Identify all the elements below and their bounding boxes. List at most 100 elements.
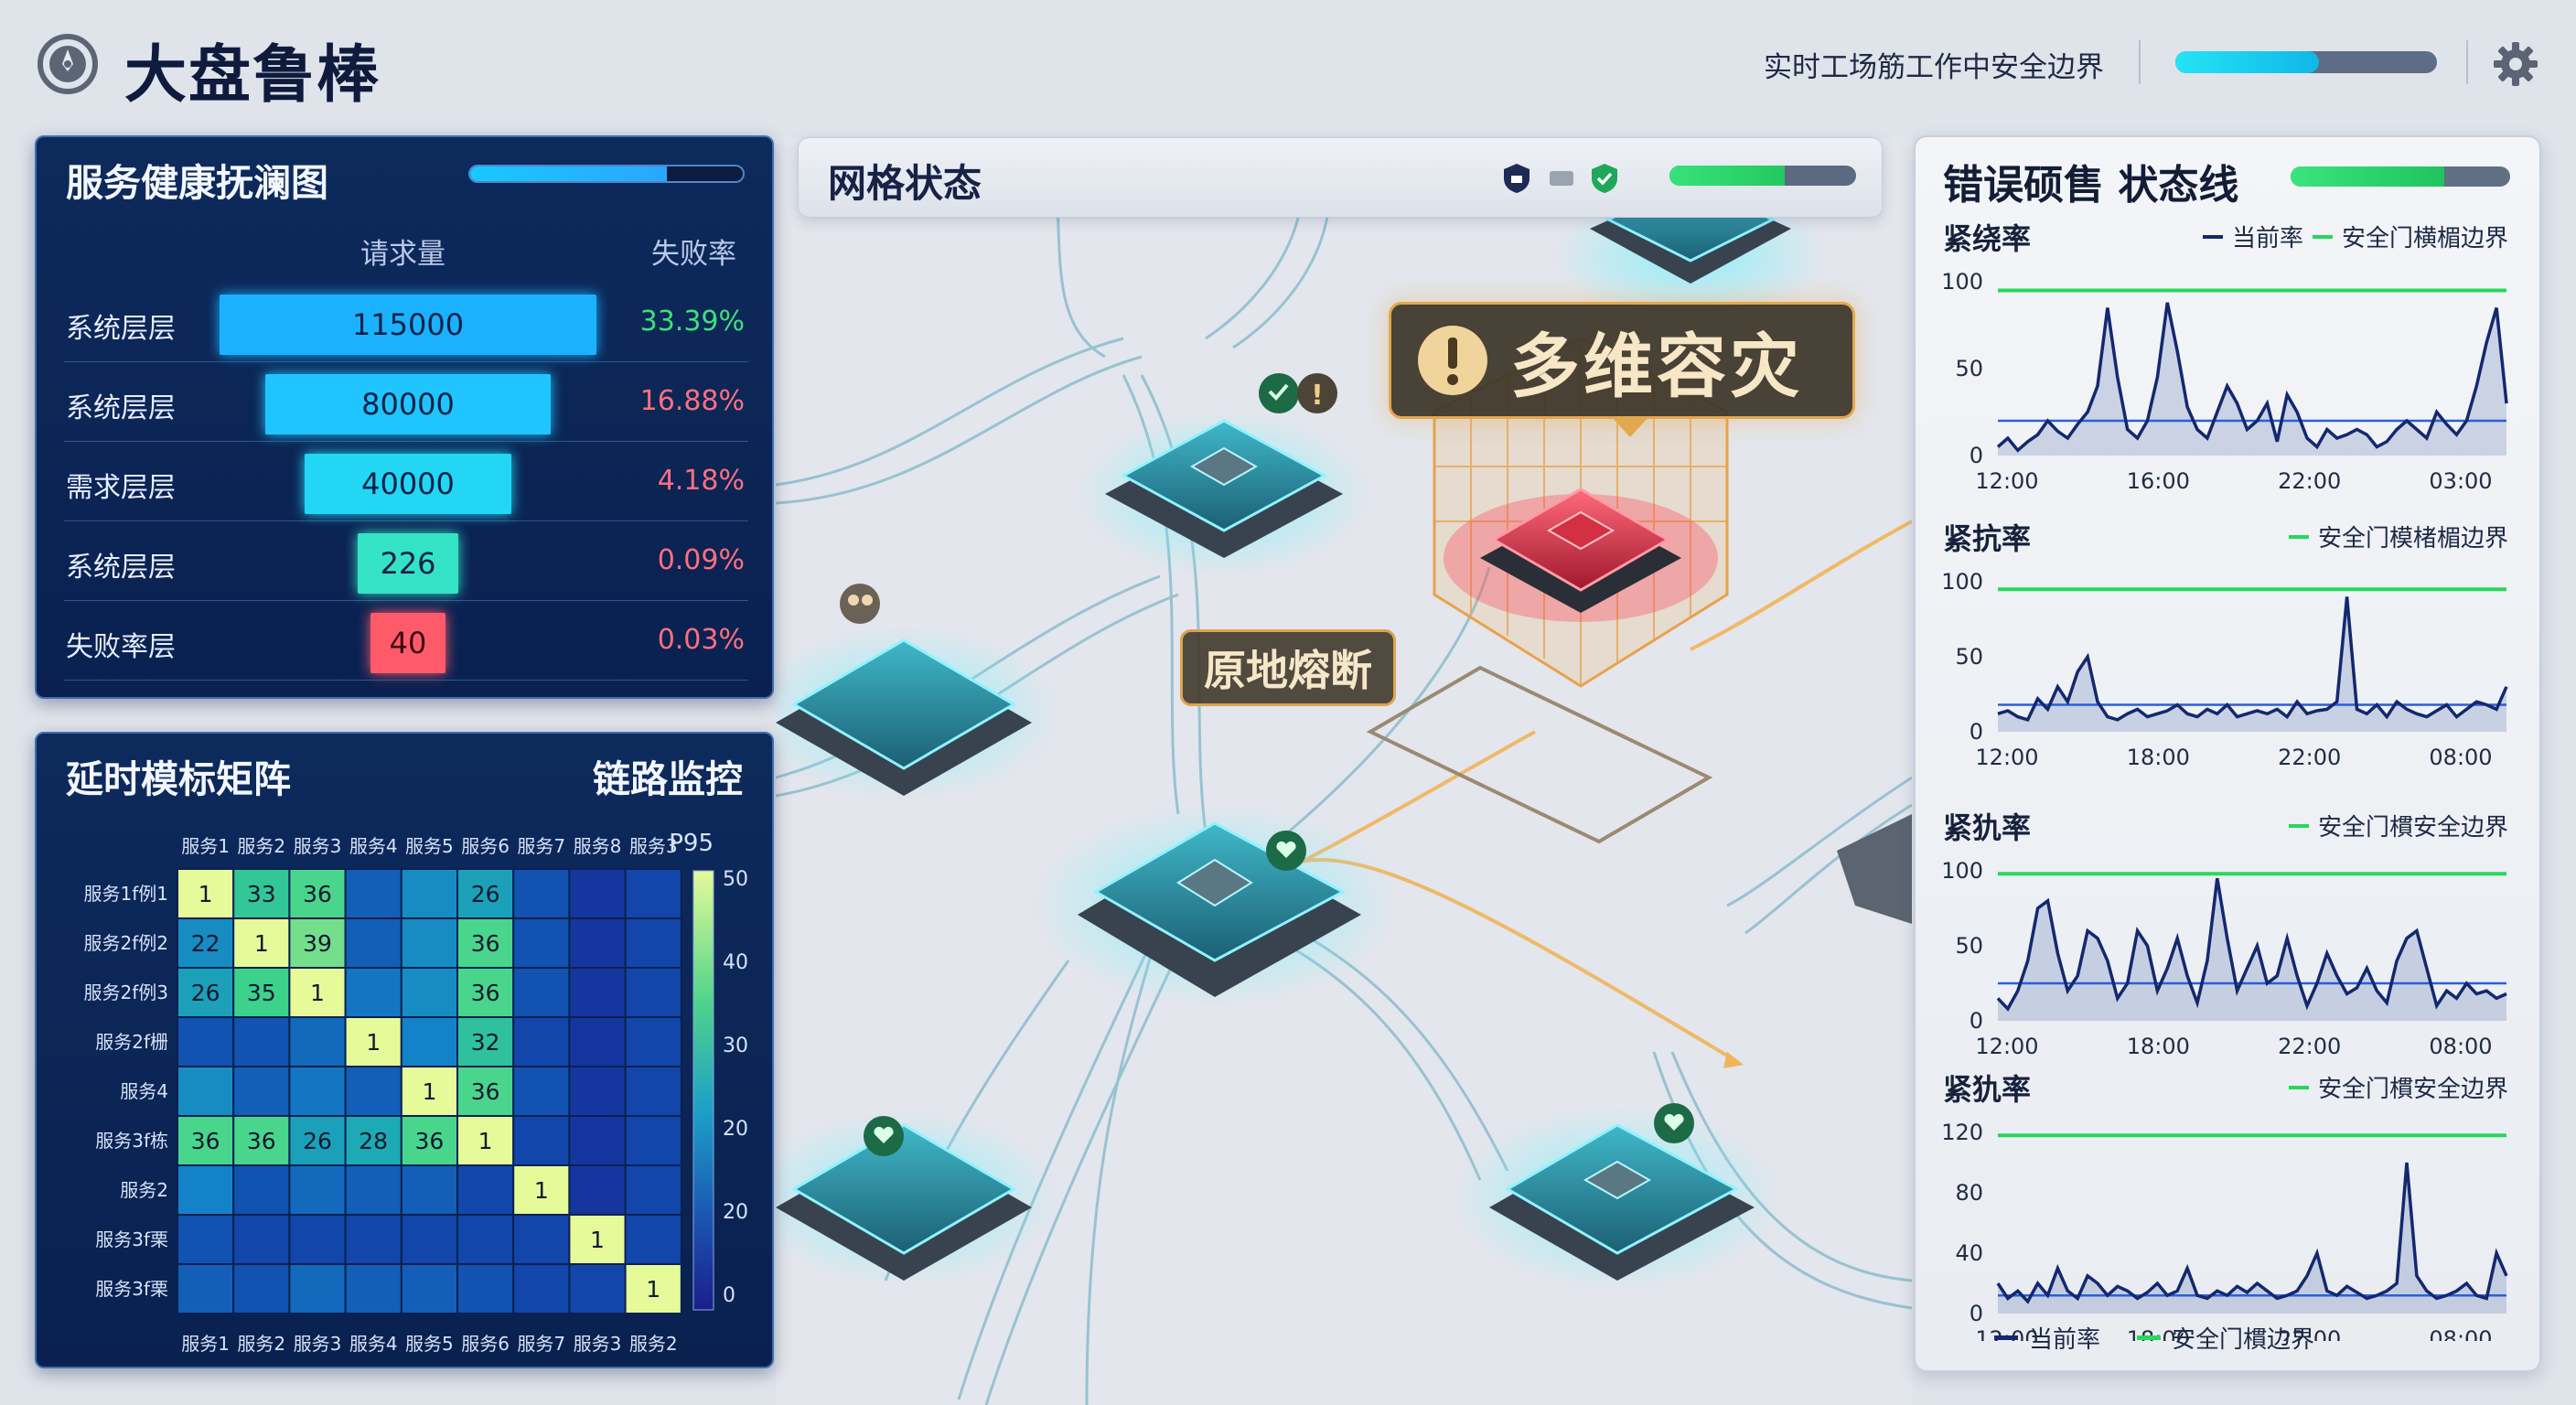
alert-callout[interactable]: 多维容灾: [1389, 302, 1855, 419]
heatmap-cell-value: 36: [414, 1128, 444, 1154]
heatmap-cell[interactable]: [232, 1214, 291, 1265]
heatmap-cell[interactable]: [288, 1016, 347, 1067]
error-line-chart[interactable]: 紧犰率 安全门樌安全边界 120 80 40 0 12:00 18:00 22:00 08:00: [1914, 1067, 2541, 1341]
heatmap-cell[interactable]: [177, 1214, 235, 1265]
heatmap-cell-value: 35: [247, 980, 276, 1006]
heatmap-cell[interactable]: [232, 1066, 291, 1117]
heatmap-cell[interactable]: [177, 1263, 235, 1314]
heatmap-cell[interactable]: [344, 1066, 402, 1117]
heatmap-cell[interactable]: [568, 917, 627, 969]
funnel-bar[interactable]: 226: [358, 533, 458, 594]
funnel-bar[interactable]: 80000: [265, 374, 551, 434]
heatmap-cell[interactable]: [344, 917, 402, 969]
heatmap-row-label: 服务2f栅: [95, 1031, 168, 1053]
funnel-bar[interactable]: 40000: [305, 454, 511, 514]
heatmap-cell[interactable]: [344, 1164, 402, 1216]
heatmap-cell[interactable]: [400, 1016, 458, 1067]
error-line-chart[interactable]: 紧犰率 安全门樌安全边界 100 50 0 12:00 18:00 22:00 08:00: [1914, 805, 2541, 1079]
heatmap-cell[interactable]: [568, 1016, 627, 1067]
local-breaker-callout[interactable]: 原地熔断: [1180, 629, 1396, 706]
heatmap-cell[interactable]: [400, 1164, 458, 1216]
heatmap-cell[interactable]: [568, 868, 627, 919]
error-chart-legend: 安全门樌安全边界: [2288, 809, 2508, 842]
heatmap-cell[interactable]: [232, 1263, 291, 1314]
heatmap-cell[interactable]: [177, 1164, 235, 1216]
funnel-row[interactable]: 需求层层 40000 4.18%: [64, 443, 748, 521]
heatmap-cell[interactable]: [568, 1164, 627, 1216]
heatmap-cell[interactable]: [512, 1016, 571, 1067]
heatmap-cell[interactable]: [624, 967, 682, 1018]
heatmap-cell[interactable]: [512, 1066, 571, 1117]
shield-icon[interactable]: [1501, 162, 1532, 195]
heatmap-cell[interactable]: [624, 1066, 682, 1117]
legend-swatch-current: [1994, 1335, 2018, 1340]
x-tick-label: 12:00: [1975, 1034, 2038, 1059]
mesh-node[interactable]: [1453, 1107, 1782, 1290]
funnel-bar[interactable]: 115000: [220, 295, 596, 355]
legend-label-safe: 安全门模楮楣边界: [2317, 525, 2508, 552]
heatmap-row-label: 服务3f栗: [95, 1228, 168, 1250]
heatmap-cell[interactable]: [456, 1164, 515, 1216]
heatmap-cell[interactable]: [232, 1016, 291, 1067]
heatmap-cell[interactable]: [400, 967, 458, 1018]
heatmap-col-label: 服务3: [294, 835, 342, 857]
heatmap-cell[interactable]: [232, 1164, 291, 1216]
card-icon[interactable]: [1549, 169, 1574, 188]
heatmap-cell[interactable]: [400, 868, 458, 919]
heatmap-cell[interactable]: [568, 1263, 627, 1314]
heatmap-cell[interactable]: [624, 1115, 682, 1166]
funnel-row[interactable]: 系统层层 80000 16.88%: [64, 363, 748, 442]
heatmap-cell[interactable]: [344, 967, 402, 1018]
error-progress-bar: [2291, 166, 2510, 187]
funnel-bar[interactable]: 40: [370, 613, 445, 673]
heatmap-cell[interactable]: [568, 1066, 627, 1117]
heatmap-cell[interactable]: [177, 1066, 235, 1117]
heatmap-cell[interactable]: [288, 1214, 347, 1265]
funnel-row[interactable]: 系统层层 226 0.09%: [64, 522, 748, 601]
legend-swatch-safe: [2288, 823, 2309, 828]
heatmap-cell[interactable]: [512, 917, 571, 969]
error-line-chart[interactable]: 紧绕率 当前率 安全门横楣边界 100 50 0 12:00 16:00 22:00 03:00: [1914, 216, 2541, 490]
heatmap-cell[interactable]: [624, 1016, 682, 1067]
legend-label-safe: 安全门樌边界: [2172, 1326, 2315, 1354]
heatmap-cell[interactable]: [568, 1115, 627, 1166]
heatmap-cell[interactable]: [512, 868, 571, 919]
heatmap-cell[interactable]: [288, 1263, 347, 1314]
heatmap-cell[interactable]: [456, 1214, 515, 1265]
heatmap-cell[interactable]: [624, 1164, 682, 1216]
error-line-chart[interactable]: 紧抗率 安全门模楮楣边界 100 50 0 12:00 18:00 22:00 08:00: [1914, 516, 2541, 790]
heatmap-cell[interactable]: [344, 1263, 402, 1314]
mesh-node[interactable]: [1078, 412, 1370, 576]
heatmap-cell-value: 32: [471, 1029, 500, 1056]
latency-heatmap: 服务1 服务2 服务3 服务4 服务5 服务6 服务7 服务8 服务3 P95 服务1f例1 服务2f…: [84, 830, 749, 1354]
y-tick-label: 0: [1970, 1301, 1983, 1326]
header-status-text: 实时工场筋工作中安全边界: [1764, 51, 2104, 84]
heatmap-cell[interactable]: [568, 967, 627, 1018]
heatmap-cell[interactable]: [344, 1214, 402, 1265]
header-divider: [2139, 40, 2141, 84]
heatmap-cell[interactable]: [512, 1115, 571, 1166]
heatmap-cell[interactable]: [400, 917, 458, 969]
heatmap-cell[interactable]: [512, 1263, 571, 1314]
heatmap-cell[interactable]: [624, 868, 682, 919]
heatmap-cell[interactable]: [512, 1214, 571, 1265]
shield-check-icon[interactable]: [1589, 162, 1620, 195]
funnel-row[interactable]: 失败率层 40 0.03%: [64, 602, 748, 681]
heatmap-cell[interactable]: [288, 1164, 347, 1216]
alert-callout-pointer: [1612, 417, 1648, 437]
heatmap-col-label: 服务8: [574, 835, 622, 857]
gear-icon[interactable]: [2492, 40, 2539, 88]
heatmap-cell[interactable]: [288, 1066, 347, 1117]
heatmap-cell[interactable]: [512, 967, 571, 1018]
heatmap-cell[interactable]: [456, 1263, 515, 1314]
mesh-node[interactable]: [1032, 805, 1398, 1006]
heatmap-cell[interactable]: [624, 1214, 682, 1265]
alert-callout-text: 多维容灾: [1510, 326, 1803, 407]
heatmap-cell[interactable]: [400, 1263, 458, 1314]
heatmap-cell[interactable]: [344, 868, 402, 919]
heatmap-cell[interactable]: [400, 1214, 458, 1265]
error-chart-legend: 安全门樌安全边界: [2288, 1070, 2508, 1104]
heatmap-cell[interactable]: [177, 1016, 235, 1067]
funnel-row[interactable]: 系统层层 115000 33.39%: [64, 284, 748, 362]
heatmap-cell[interactable]: [624, 917, 682, 969]
